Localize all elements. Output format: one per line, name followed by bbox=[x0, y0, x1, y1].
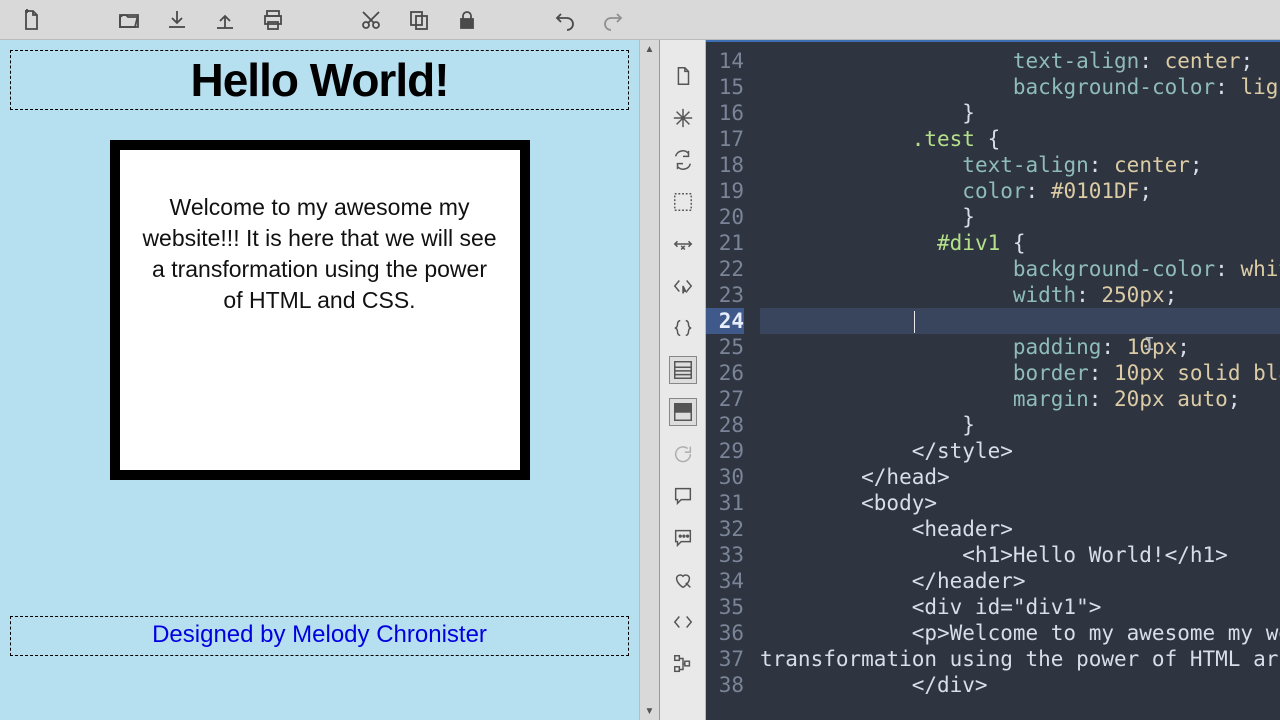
preview-footer: Designed by Melody Chronister bbox=[10, 616, 629, 656]
tag-pointer-icon[interactable] bbox=[669, 272, 697, 300]
open-folder-icon[interactable] bbox=[116, 7, 142, 33]
preview-paragraph: Welcome to my awesome my website!!! It i… bbox=[134, 164, 506, 316]
file-icon[interactable] bbox=[669, 62, 697, 90]
tree-icon[interactable] bbox=[669, 650, 697, 678]
lock-icon[interactable] bbox=[454, 7, 480, 33]
reload-icon[interactable] bbox=[669, 440, 697, 468]
cut-icon[interactable] bbox=[358, 7, 384, 33]
panel-split-icon[interactable] bbox=[669, 398, 697, 426]
redo-icon[interactable] bbox=[600, 7, 626, 33]
preview-footer-link[interactable]: Designed by Melody Chronister bbox=[152, 621, 487, 648]
upload-icon[interactable] bbox=[212, 7, 238, 33]
text-cursor-icon: 𝙸 bbox=[1144, 332, 1155, 358]
scroll-down-icon[interactable]: ▼ bbox=[640, 702, 659, 720]
main-split: Hello World! Welcome to my awesome my we… bbox=[0, 40, 1280, 720]
undo-icon[interactable] bbox=[552, 7, 578, 33]
grid-icon[interactable] bbox=[669, 188, 697, 216]
sync-icon[interactable] bbox=[669, 146, 697, 174]
snowflake-icon[interactable] bbox=[669, 104, 697, 132]
download-icon[interactable] bbox=[164, 7, 190, 33]
editor-tool-gutter bbox=[660, 40, 706, 720]
print-icon[interactable] bbox=[260, 7, 286, 33]
preview-pane: Hello World! Welcome to my awesome my we… bbox=[0, 40, 660, 720]
preview-box-div1: Welcome to my awesome my website!!! It i… bbox=[110, 140, 530, 480]
line-numbers: 1415161718192021222324252627282930313233… bbox=[706, 42, 750, 720]
code-editor[interactable]: 1415161718192021222324252627282930313233… bbox=[706, 40, 1280, 720]
preview-viewport: Hello World! Welcome to my awesome my we… bbox=[0, 40, 639, 720]
braces-icon[interactable] bbox=[669, 314, 697, 342]
resize-icon[interactable] bbox=[669, 230, 697, 258]
copy-icon[interactable] bbox=[406, 7, 432, 33]
scroll-up-icon[interactable]: ▲ bbox=[640, 40, 659, 58]
code-area[interactable]: text-align: center; background-color: li… bbox=[750, 42, 1280, 720]
preview-header: Hello World! bbox=[10, 50, 629, 110]
new-file-icon[interactable] bbox=[18, 7, 44, 33]
preview-scrollbar[interactable]: ▲ ▼ bbox=[639, 40, 659, 720]
heart-pen-icon[interactable] bbox=[669, 566, 697, 594]
comment-dots-icon[interactable] bbox=[669, 524, 697, 552]
code-brackets-icon[interactable] bbox=[669, 608, 697, 636]
main-toolbar bbox=[0, 0, 1280, 40]
preview-heading: Hello World! bbox=[19, 53, 620, 107]
panel-source-icon[interactable] bbox=[669, 356, 697, 384]
comment-icon[interactable] bbox=[669, 482, 697, 510]
